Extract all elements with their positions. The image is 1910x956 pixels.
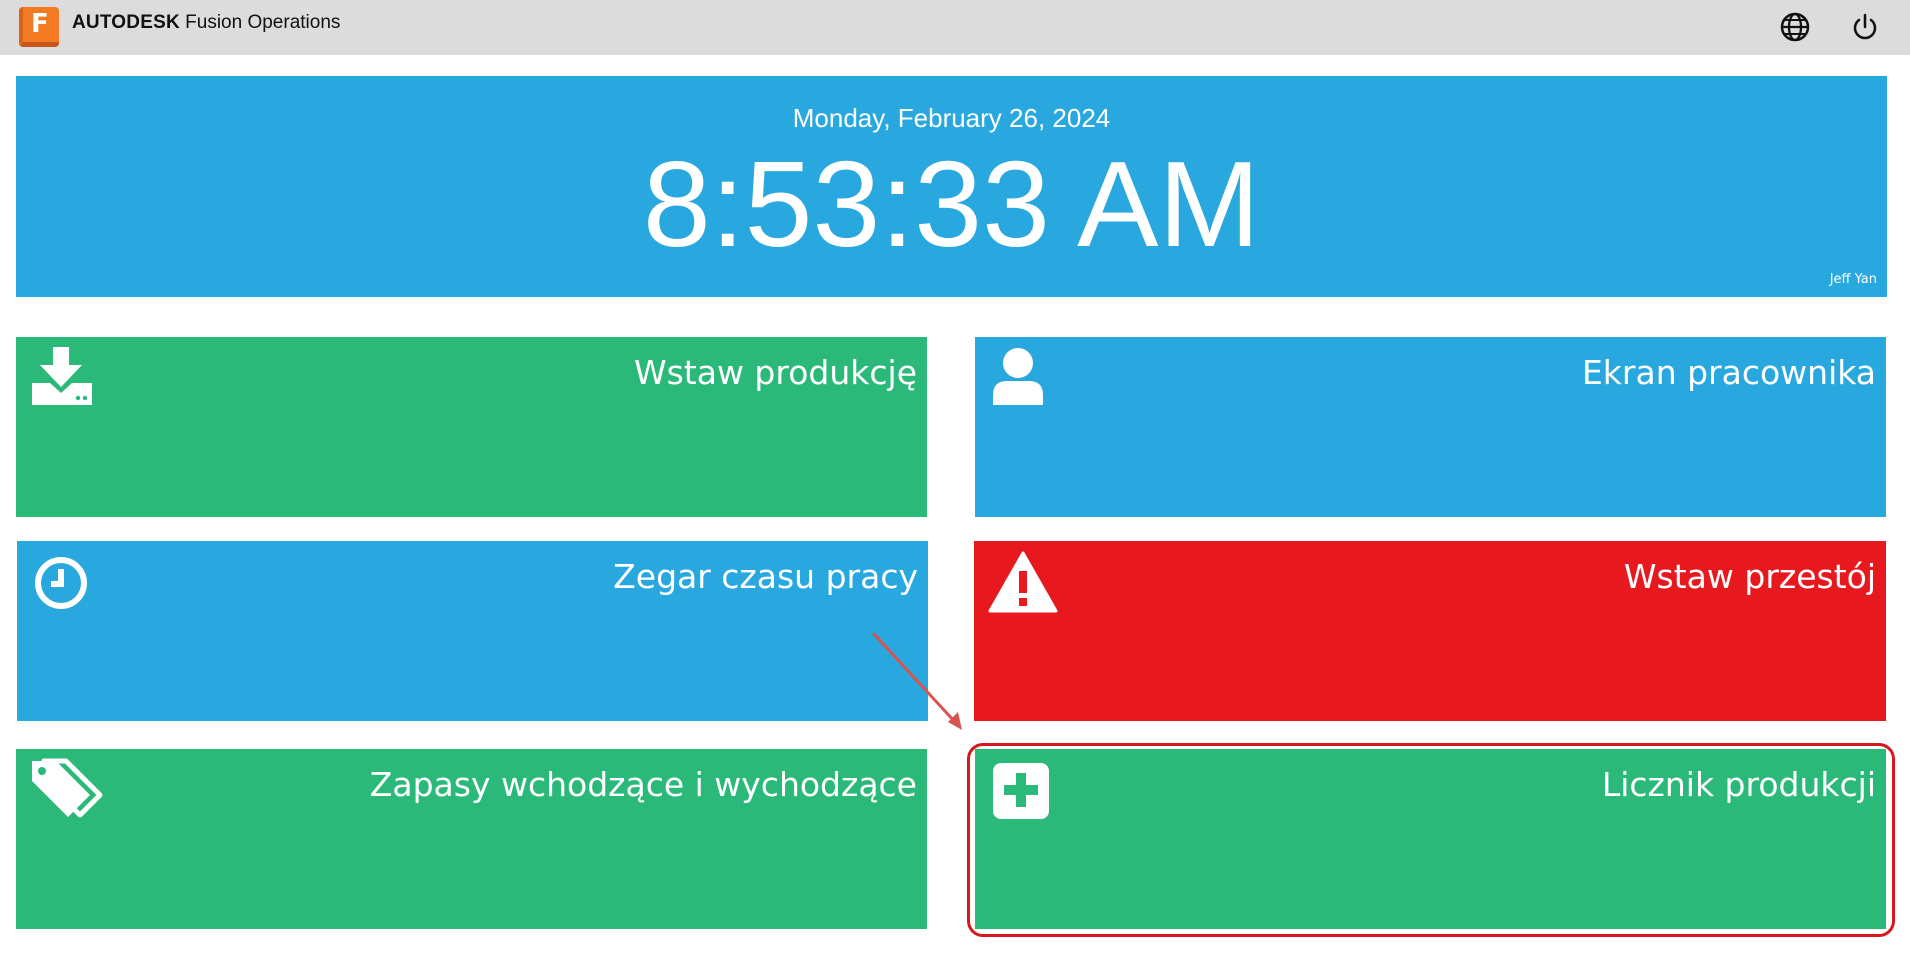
tile-label: Wstaw przestój xyxy=(1623,557,1876,596)
tags-icon xyxy=(30,757,104,823)
clock-icon xyxy=(31,549,91,613)
clock-time: 8:53:33 AM xyxy=(642,136,1261,272)
download-icon xyxy=(30,345,94,411)
user-icon xyxy=(989,345,1047,411)
tile-label: Ekran pracownika xyxy=(1581,353,1876,392)
top-bar: F AUTODESK Fusion Operations xyxy=(0,0,1910,55)
brand-title: AUTODESK Fusion Operations xyxy=(72,11,340,35)
tile-wstaw-przestoj[interactable]: Wstaw przestój xyxy=(974,541,1886,721)
brand-company: AUTODESK xyxy=(72,12,180,33)
tile-label: Zapasy wchodzące i wychodzące xyxy=(369,765,917,804)
clock-date: Monday, February 26, 2024 xyxy=(792,103,1111,133)
tile-zegar-czasu-pracy[interactable]: Zegar czasu pracy xyxy=(17,541,928,721)
brand-product: Fusion Operations xyxy=(185,12,341,33)
tile-wstaw-produkcje[interactable]: Wstaw produkcję xyxy=(16,337,927,517)
power-icon[interactable] xyxy=(1848,10,1882,44)
warning-icon xyxy=(988,549,1058,619)
tile-label: Zegar czasu pracy xyxy=(613,557,918,596)
tile-zapasy[interactable]: Zapasy wchodzące i wychodzące xyxy=(16,749,927,929)
tile-licznik-produkcji[interactable]: Licznik produkcji xyxy=(975,749,1886,929)
tile-label: Licznik produkcji xyxy=(1601,765,1876,804)
plus-square-icon xyxy=(989,757,1051,823)
tile-ekran-pracownika[interactable]: Ekran pracownika xyxy=(975,337,1886,517)
clock-panel: Monday, February 26, 2024 8:53:33 AM Jef… xyxy=(16,76,1887,297)
fusion-logo-icon: F xyxy=(19,7,59,47)
logo-letter: F xyxy=(31,9,49,39)
tile-label: Wstaw produkcję xyxy=(633,353,917,392)
current-user: Jeff Yan xyxy=(1829,272,1877,287)
globe-icon[interactable] xyxy=(1778,10,1812,44)
